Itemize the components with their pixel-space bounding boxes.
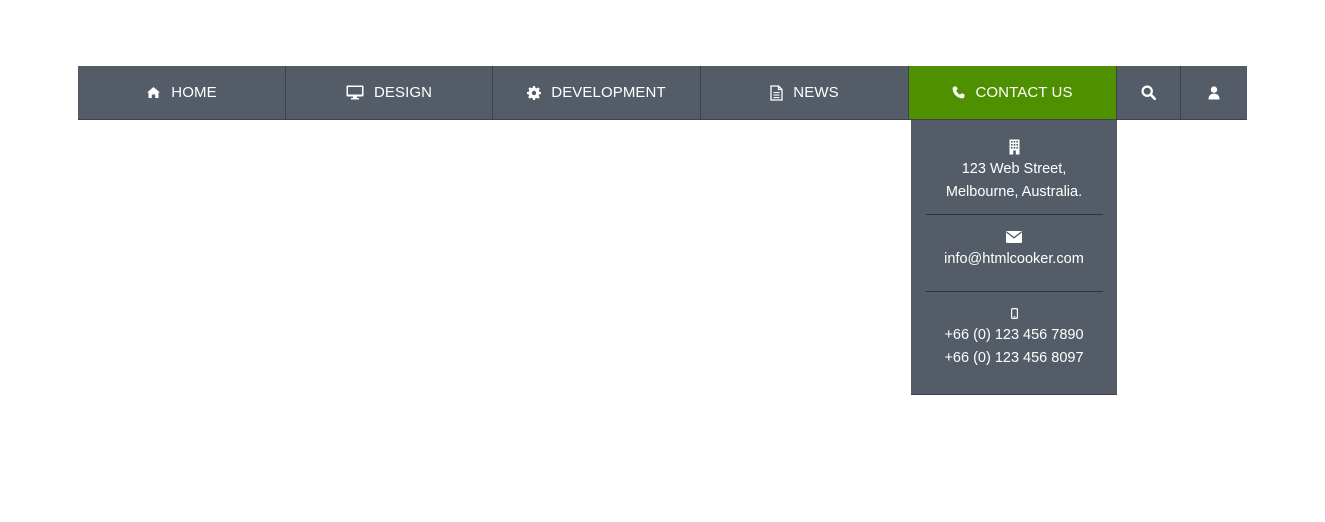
contact-email: info@htmlcooker.com [926,228,1102,271]
user-icon [1208,85,1220,100]
gear-icon [527,85,542,100]
nav-item-contact-us[interactable]: CONTACT US [909,66,1117,119]
email-link[interactable]: info@htmlcooker.com [926,248,1102,271]
nav-item-label: CONTACT US [975,84,1073,101]
nav-item-design[interactable]: DESIGN [286,66,493,119]
phone-line-2[interactable]: +66 (0) 123 456 8097 [926,347,1102,370]
nav-item-label: NEWS [793,84,839,101]
nav-user-button[interactable] [1181,66,1246,119]
nav-item-home[interactable]: HOME [78,66,286,119]
address-line-2: Melbourne, Australia. [945,184,1083,200]
nav-item-label: DEVELOPMENT [551,84,666,101]
nav-item-development[interactable]: DEVELOPMENT [493,66,701,119]
nav-item-news[interactable]: NEWS [701,66,909,119]
document-icon [770,84,783,101]
envelope-icon [926,228,1102,246]
dropdown-divider [926,291,1103,292]
nav-item-label: DESIGN [373,84,433,101]
phone-line-1[interactable]: +66 (0) 123 456 7890 [926,324,1102,347]
search-icon [1141,85,1156,100]
nav-item-label: HOME [171,84,217,101]
contact-dropdown: 123 Web Street, Melbourne, Australia. in… [911,120,1117,395]
building-icon [926,138,1102,156]
desktop-icon [346,85,364,100]
address-line-1: 123 Web Street, [961,161,1067,177]
phone-icon [952,86,965,99]
main-navbar: HOME DESIGN DEVELOPMENT NEWS CONTACT US [78,66,1247,120]
contact-address: 123 Web Street, Melbourne, Australia. [926,138,1102,204]
nav-search-button[interactable] [1117,66,1181,119]
dropdown-divider [926,214,1103,215]
mobile-icon [926,304,1102,322]
home-icon [146,86,161,99]
contact-phone: +66 (0) 123 456 7890 +66 (0) 123 456 809… [926,304,1102,370]
